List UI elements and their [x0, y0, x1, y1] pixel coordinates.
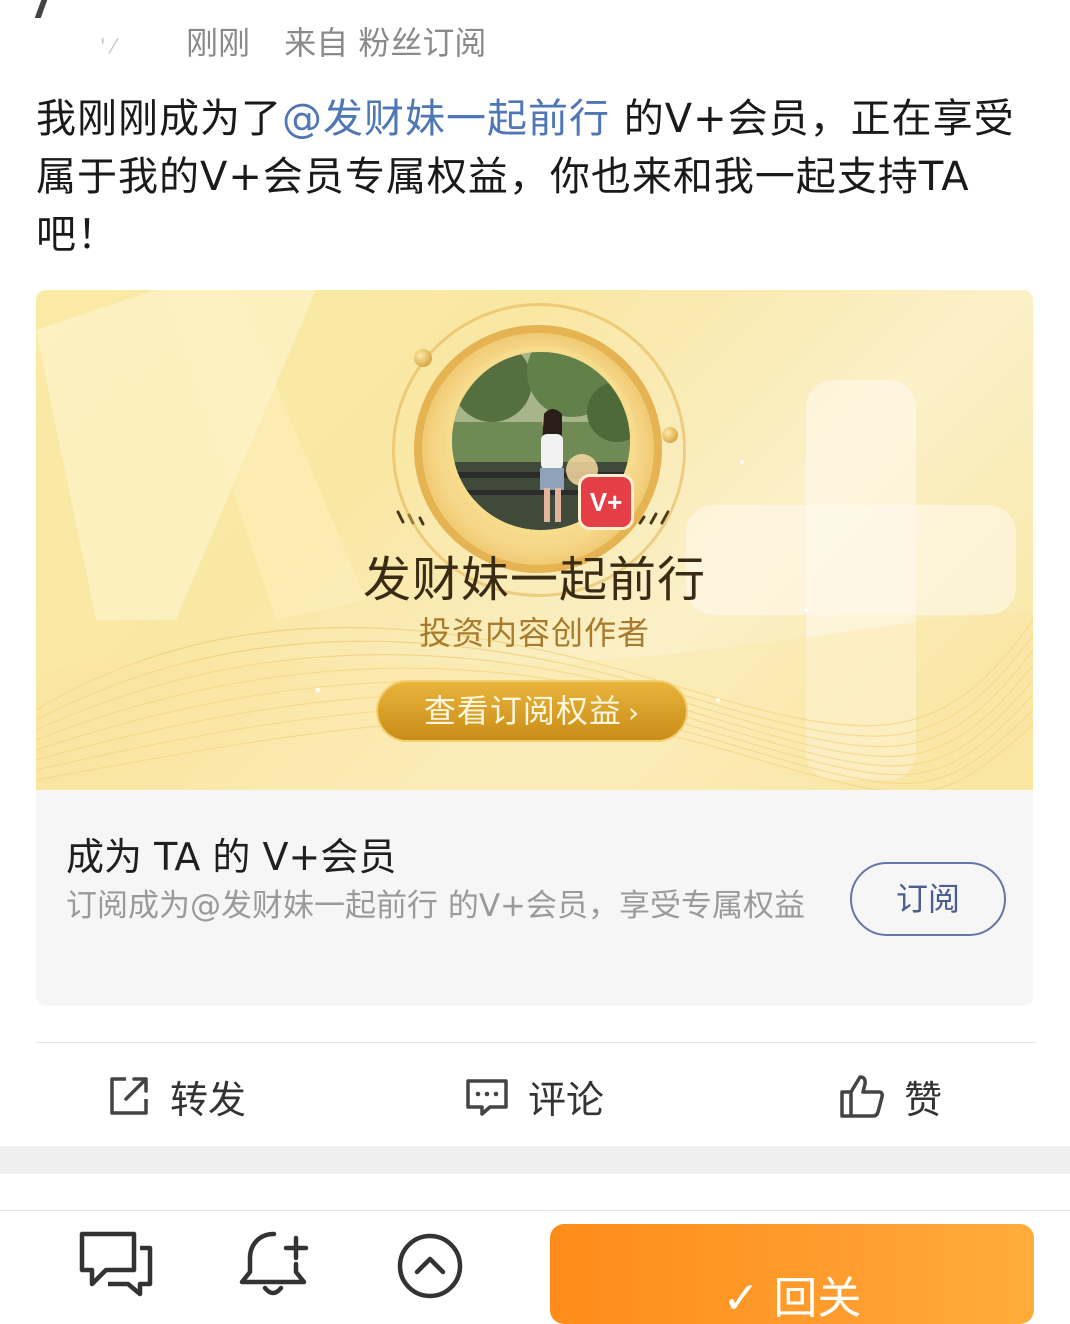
repost-label: 转发: [170, 1077, 247, 1122]
repost-icon: [110, 1077, 148, 1115]
post-time: 刚刚: [186, 24, 251, 62]
follow-back-label: ✓ 回关: [722, 1273, 862, 1324]
chat-bubbles-icon: [79, 1231, 153, 1297]
chevron-right-icon: ›: [627, 696, 641, 729]
post-text-prefix: 我刚刚成为了: [36, 96, 282, 142]
view-benefits-button[interactable]: 查看订阅权益 ›: [376, 680, 688, 742]
post-meta: 刚刚 来自 粉丝订阅: [186, 18, 510, 64]
thumbs-up-icon: [840, 1075, 884, 1118]
ring-orb-right: [662, 427, 678, 443]
follow-back-button[interactable]: ✓ 回关: [550, 1224, 1034, 1324]
partial-avatar-edge: [34, 0, 48, 18]
comment-button[interactable]: 评论: [464, 1066, 604, 1126]
message-button[interactable]: [78, 1228, 154, 1302]
like-button[interactable]: 赞: [838, 1066, 942, 1126]
subscribe-button[interactable]: 订阅: [850, 862, 1006, 936]
chevron-up-circle-icon: [397, 1233, 463, 1299]
post-text: 我刚刚成为了@发财妹一起前行 的V+会员，正在享受属于我的V+会员专属权益，你也…: [36, 90, 1036, 264]
like-label: 赞: [904, 1077, 943, 1122]
repost-button[interactable]: 转发: [106, 1066, 246, 1126]
subscribe-title: 成为 TA 的 V+会员: [66, 835, 397, 879]
section-separator: [0, 1146, 1070, 1174]
comment-label: 评论: [528, 1077, 605, 1122]
scroll-top-button[interactable]: [396, 1232, 464, 1304]
ring-orb-left: [414, 349, 432, 367]
bottom-bar-border: [0, 1210, 1070, 1211]
mention-link[interactable]: @发财妹一起前行: [282, 96, 610, 142]
special-follow-button[interactable]: [238, 1228, 314, 1304]
view-benefits-label: 查看订阅权益: [423, 692, 622, 730]
faint-marks: ' ⁄: [100, 34, 116, 58]
post-source[interactable]: 来自 粉丝订阅: [284, 24, 486, 62]
banner-creator-name: 发财妹一起前行: [362, 552, 706, 608]
comment-icon: [466, 1079, 508, 1116]
bell-plus-icon: [239, 1231, 309, 1296]
actions-divider: [36, 1042, 1036, 1043]
vplus-badge: V+: [578, 474, 634, 530]
subscribe-description: 订阅成为@发财妹一起前行 的V+会员，享受专属权益: [66, 888, 806, 924]
banner-creator-role: 投资内容创作者: [418, 614, 650, 652]
